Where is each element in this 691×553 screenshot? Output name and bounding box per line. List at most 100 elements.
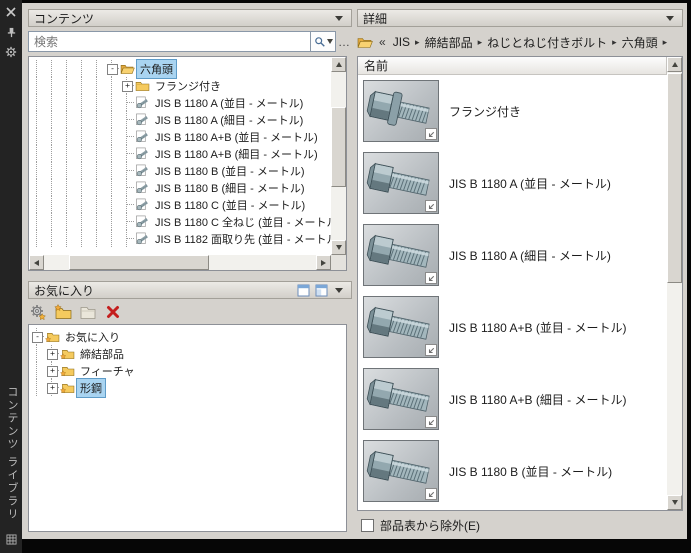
tree-item[interactable]: JIS B 1180 B (細目 - メートル) <box>29 179 331 196</box>
details-panel-title: 詳細 <box>363 11 388 26</box>
breadcrumb-folder-icon[interactable] <box>357 36 373 49</box>
scroll-right-icon[interactable] <box>316 255 331 270</box>
part-thumbnail[interactable] <box>363 224 439 286</box>
expand-icon[interactable]: + <box>47 349 58 360</box>
breadcrumb-item[interactable]: ねじとねじ付きボルト <box>484 33 610 52</box>
chevron-down-icon[interactable] <box>663 12 677 24</box>
tree-item[interactable]: JIS B 1180 C 全ねじ (並目 - メートル) <box>29 213 331 230</box>
detail-item-name: JIS B 1180 A (細目 - メートル) <box>449 248 611 263</box>
tree-item[interactable]: JIS B 1180 A+B (並目 - メートル) <box>29 128 331 145</box>
collapse-icon[interactable]: - <box>32 332 43 343</box>
rename-folder-button[interactable] <box>78 302 98 322</box>
breadcrumb-separator-icon[interactable]: ▸ <box>478 37 483 48</box>
scroll-down-icon[interactable] <box>331 240 346 255</box>
tree-item[interactable]: JIS B 1182 面取り先 (並目 - メートル) <box>29 230 331 247</box>
detail-item-name: JIS B 1180 A+B (細目 - メートル) <box>449 392 627 407</box>
grid-icon[interactable] <box>3 531 19 547</box>
folder-open-icon <box>119 60 136 77</box>
preview-corner-icon <box>425 272 437 284</box>
search-input[interactable] <box>28 31 310 52</box>
close-icon[interactable] <box>3 4 19 20</box>
part-thumbnail[interactable] <box>363 368 439 430</box>
tree-guide <box>59 230 74 247</box>
view-split-icon[interactable] <box>314 284 328 296</box>
tree-guide <box>44 213 59 230</box>
detail-row[interactable]: JIS B 1180 B (並目 - メートル) <box>358 435 667 507</box>
detail-row[interactable]: JIS B 1180 A (並目 - メートル) <box>358 147 667 219</box>
preview-corner-icon <box>425 128 437 140</box>
tree-item[interactable]: JIS B 1180 B (並目 - メートル) <box>29 162 331 179</box>
search-icon[interactable] <box>310 31 336 52</box>
part-thumbnail[interactable] <box>363 440 439 502</box>
scroll-up-icon[interactable] <box>331 57 346 72</box>
tree-item[interactable]: + フィーチャ <box>29 362 346 379</box>
tree-guide <box>59 196 74 213</box>
part-thumbnail[interactable] <box>363 296 439 358</box>
expand-icon[interactable]: + <box>47 383 58 394</box>
exclude-checkbox[interactable] <box>361 519 374 532</box>
breadcrumb-item[interactable]: 六角頭 <box>619 33 661 52</box>
detail-row[interactable]: JIS B 1180 A+B (並目 - メートル) <box>358 291 667 363</box>
tree-guide <box>44 128 59 145</box>
breadcrumb-separator-icon[interactable]: ▸ <box>415 37 420 48</box>
palette-title-vertical: コンテンツ ライブラリ <box>6 385 18 521</box>
expand-icon[interactable]: + <box>122 81 133 92</box>
detail-row[interactable]: JIS B 1180 A+B (細目 - メートル) <box>358 363 667 435</box>
tree-item[interactable]: JIS B 1180 A (並目 - メートル) <box>29 94 331 111</box>
content-tree-view: - 六角頭 + フランジ付き JIS B 1180 A (並目 - メートル) JIS B… <box>29 57 331 255</box>
scroll-up-icon[interactable] <box>667 57 682 72</box>
breadcrumb-back-chevrons[interactable]: « <box>377 35 388 49</box>
chevron-down-icon[interactable] <box>332 284 346 296</box>
search-dropdown-caret <box>326 39 333 44</box>
breadcrumb-item[interactable]: JIS <box>390 34 413 50</box>
preview-corner-icon <box>425 344 437 356</box>
tree-guide <box>89 230 104 247</box>
name-column-header[interactable]: 名前 <box>358 57 667 75</box>
content-tree-vscrollbar[interactable] <box>331 57 346 255</box>
expand-icon[interactable]: + <box>47 366 58 377</box>
panel-splitter[interactable] <box>28 272 352 280</box>
part-thumbnail[interactable] <box>363 80 439 142</box>
chevron-down-icon[interactable] <box>332 12 346 24</box>
tree-guide <box>104 196 119 213</box>
breadcrumb-separator-icon[interactable]: ▸ <box>612 37 617 48</box>
detail-row[interactable]: JIS B 1180 A (細目 - メートル) <box>358 219 667 291</box>
tree-guide <box>44 94 59 111</box>
tree-guide <box>44 162 59 179</box>
tree-item[interactable]: + 締結部品 <box>29 345 346 362</box>
detail-row[interactable]: フランジ付き <box>358 75 667 147</box>
part-thumbnail[interactable] <box>363 152 439 214</box>
tree-item[interactable]: + フランジ付き <box>29 77 331 94</box>
tree-guide <box>74 111 89 128</box>
breadcrumb-item[interactable]: 締結部品 <box>422 33 476 52</box>
folder-star-icon <box>59 379 76 396</box>
details-vscrollbar[interactable] <box>667 57 682 510</box>
tree-item[interactable]: - お気に入り <box>29 328 346 345</box>
hscroll-thumb[interactable] <box>69 255 209 270</box>
favorites-settings-button[interactable] <box>28 302 48 322</box>
delete-favorite-button[interactable] <box>103 302 123 322</box>
view-window-icon[interactable] <box>296 284 310 296</box>
scroll-down-icon[interactable] <box>667 495 682 510</box>
vscroll-thumb[interactable] <box>331 107 346 187</box>
new-folder-button[interactable] <box>53 302 73 322</box>
tree-guide <box>104 77 119 94</box>
tree-guide: - <box>104 60 119 77</box>
tree-item[interactable]: + 形鋼 <box>29 377 346 398</box>
pin-icon[interactable] <box>3 24 19 40</box>
tree-guide <box>74 128 89 145</box>
tree-guide <box>29 345 44 362</box>
tree-item[interactable]: JIS B 1180 A+B (細目 - メートル) <box>29 145 331 162</box>
gear-icon[interactable] <box>3 44 19 60</box>
scroll-left-icon[interactable] <box>29 255 44 270</box>
tree-item[interactable]: - 六角頭 <box>29 58 331 79</box>
tree-guide <box>104 145 119 162</box>
content-tree-hscrollbar[interactable] <box>29 255 331 270</box>
tree-item[interactable]: JIS B 1180 C (並目 - メートル) <box>29 196 331 213</box>
part-icon <box>134 128 151 145</box>
collapse-icon[interactable]: - <box>107 64 118 75</box>
tree-item[interactable]: JIS B 1180 A (細目 - メートル) <box>29 111 331 128</box>
breadcrumb-separator-icon[interactable]: ▸ <box>663 37 668 48</box>
search-options-button[interactable]: … <box>336 31 352 52</box>
vscroll-thumb[interactable] <box>667 73 682 283</box>
